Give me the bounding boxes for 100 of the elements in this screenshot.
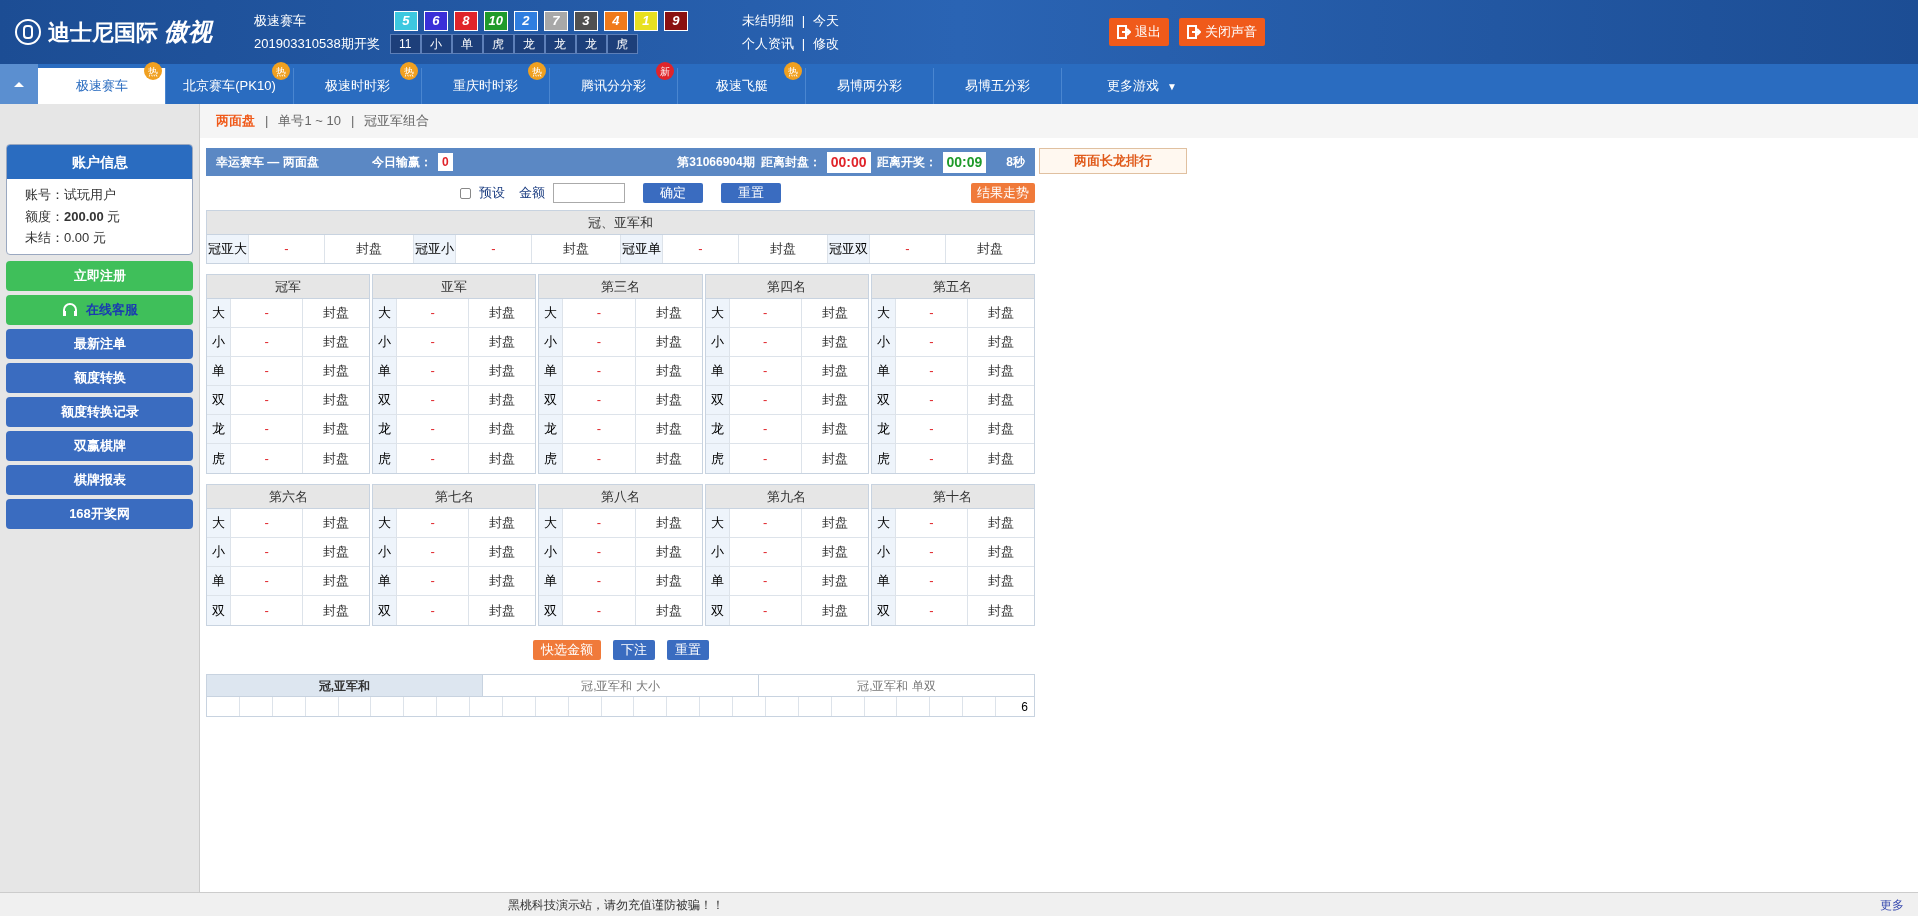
status-cell-text: 封盘 <box>976 240 1004 259</box>
action-button[interactable]: 重置 <box>666 640 709 660</box>
group-header: 第九名 <box>705 485 868 509</box>
long-dragon-button[interactable]: 两面长龙排行 <box>1039 148 1187 174</box>
bet-name: 龙 <box>871 415 896 443</box>
odds-cell: - <box>729 444 802 473</box>
status-cell-text: 封盘 <box>488 304 517 323</box>
header-link[interactable]: 未结明细 <box>741 10 794 30</box>
bet-name: 单 <box>705 357 730 385</box>
bet-name: 双 <box>207 386 231 414</box>
status-cell-text: 封盘 <box>488 333 517 352</box>
more-games-menu[interactable]: 更多游戏 ▼ <box>1062 68 1222 104</box>
status-cell-text: 封盘 <box>488 420 517 439</box>
status-cell-text: 封盘 <box>987 304 1015 323</box>
logo-icon <box>14 18 42 46</box>
odds-cell: - <box>231 596 304 625</box>
sidebar-button[interactable]: 额度转换 <box>6 362 193 393</box>
odds-cell: - <box>563 386 636 414</box>
bet-name: 小 <box>207 538 231 566</box>
subnav-tab[interactable]: 两面盘 <box>216 111 255 131</box>
odds-cell: - <box>231 386 304 414</box>
odds-cell: - <box>249 235 325 263</box>
preset-label: 预设 <box>479 184 505 203</box>
road-tab[interactable]: 冠,亚军和 大小 <box>483 675 759 696</box>
odds-cell: - <box>397 357 470 385</box>
odds-cell: - <box>729 386 802 414</box>
bet-name: 双 <box>705 386 730 414</box>
odds-cell: - <box>397 567 470 595</box>
subnav-tab[interactable]: 单号1 ~ 10 <box>278 111 341 131</box>
subnav-tab[interactable]: 冠亚军组合 <box>364 111 430 131</box>
odds-cell: - <box>563 415 636 443</box>
reset-button[interactable]: 重置 <box>721 183 781 203</box>
status-cell-text: 封盘 <box>654 362 683 381</box>
group-header: 亚军 <box>373 275 536 299</box>
odds-cell: - <box>231 538 304 566</box>
bet-name: 大 <box>705 509 730 537</box>
sidebar-button[interactable]: 在线客服 <box>6 294 193 325</box>
group-header: 第三名 <box>539 275 702 299</box>
bet-name: 虎 <box>207 444 231 473</box>
result-cell: 小 <box>420 33 452 54</box>
game-name: 极速赛车 <box>254 11 307 30</box>
header-link[interactable]: 个人资讯 <box>741 34 794 54</box>
amount-field[interactable] <box>553 183 625 203</box>
odds-cell: - <box>895 357 968 385</box>
more-link[interactable]: 更多 <box>1880 895 1904 914</box>
header-link[interactable]: 今天 <box>813 10 840 30</box>
odds-cell: - <box>397 299 470 327</box>
bet-name: 大 <box>871 299 896 327</box>
header-button[interactable]: 退出 <box>1109 18 1170 46</box>
bet-name: 冠亚小 <box>414 235 456 263</box>
action-button[interactable]: 快选金额 <box>532 640 601 660</box>
logo-text: 迪士尼国际 <box>48 18 158 47</box>
status-cell-text: 封盘 <box>322 304 351 323</box>
separator: | <box>265 112 269 131</box>
sidebar-button[interactable]: 额度转换记录 <box>6 396 193 427</box>
result-cell: 龙 <box>513 33 545 54</box>
status-cell-text: 封盘 <box>488 514 517 533</box>
sidebar-button[interactable]: 棋牌报表 <box>6 464 193 495</box>
road-tab[interactable]: 冠,亚军和 <box>207 675 483 696</box>
confirm-button[interactable]: 确定 <box>643 183 703 203</box>
status-cell-text: 封盘 <box>654 449 683 468</box>
trend-button[interactable]: 结果走势 <box>971 183 1035 203</box>
sidebar-button[interactable]: 双赢棋牌 <box>6 430 193 461</box>
bet-name: 大 <box>207 509 231 537</box>
bet-name: 单 <box>705 567 730 595</box>
status-cell-text: 封盘 <box>488 572 517 591</box>
result-cell: 龙 <box>544 33 576 54</box>
bet-name: 双 <box>539 596 564 625</box>
status-cell-text: 封盘 <box>488 449 517 468</box>
header-link[interactable]: 修改 <box>813 34 840 54</box>
sidebar-button[interactable]: 最新注单 <box>6 328 193 359</box>
status-cell-text: 封盘 <box>654 514 683 533</box>
odds-cell: - <box>231 299 304 327</box>
status-cell-text: 封盘 <box>987 333 1015 352</box>
odds-cell: - <box>563 509 636 537</box>
status-cell-text: 封盘 <box>654 543 683 562</box>
status-cell-text: 封盘 <box>820 601 849 620</box>
bet-name: 龙 <box>373 415 398 443</box>
action-button[interactable]: 下注 <box>612 640 655 660</box>
bet-name: 单 <box>373 357 398 385</box>
bet-name: 虎 <box>705 444 730 473</box>
road-tab[interactable]: 冠,亚军和 单双 <box>759 675 1034 696</box>
odds-cell: - <box>563 357 636 385</box>
odds-cell: - <box>729 596 802 625</box>
logo-script: 傲视 <box>164 16 212 48</box>
footer-notice: 黑桃科技演示站，请勿充值谨防被骗！！ <box>508 896 724 914</box>
preset-checkbox[interactable] <box>460 187 471 199</box>
group-header: 第六名 <box>207 485 370 509</box>
account-row-text: 额度：200.00 元 <box>25 207 122 226</box>
odds-cell: - <box>563 538 636 566</box>
header-button[interactable]: 关闭声音 <box>1179 18 1266 46</box>
bet-name: 双 <box>373 596 398 625</box>
status-cell-text: 封盘 <box>322 514 351 533</box>
road-cell-text: 6 <box>1020 698 1029 716</box>
odds-cell: - <box>231 567 304 595</box>
status-cell-text: 封盘 <box>987 543 1015 562</box>
tab-badge: 热 <box>272 62 290 80</box>
odds-cell: - <box>456 235 532 263</box>
sum-title: 冠、亚军和 <box>207 211 1034 235</box>
sidebar-button[interactable]: 168开奖网 <box>6 498 193 529</box>
